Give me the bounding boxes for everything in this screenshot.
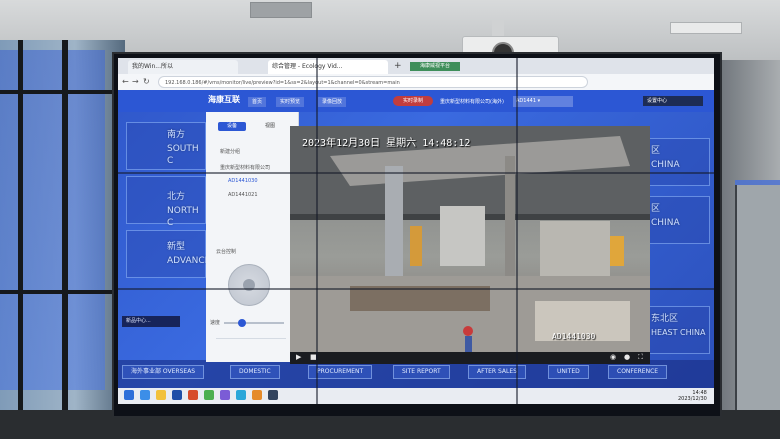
divider bbox=[216, 338, 286, 339]
live-camera-feed[interactable]: 2023年12月30日 星期六 14:48:12 AD1441030 bbox=[290, 126, 650, 364]
app-header: 海康互联 首页 实时预览 录像回放 实时录制 重庆新型材料有限公司(海外) AD… bbox=[118, 90, 714, 112]
region-label: 区 bbox=[651, 204, 661, 214]
tab-devices[interactable]: 设备 bbox=[218, 122, 246, 131]
region-label-en: ADVANCE bbox=[167, 256, 211, 266]
factory-scene bbox=[290, 126, 650, 364]
record-icon[interactable]: ● bbox=[624, 353, 630, 361]
panel-tabs: 设备 视图 bbox=[210, 120, 294, 132]
app-tab-live[interactable]: 实时预览 bbox=[276, 97, 305, 107]
region-label: 东北区 bbox=[651, 314, 679, 324]
tree-item-camera[interactable]: AD1441021 bbox=[228, 192, 258, 198]
region-label: HEAST CHINA bbox=[651, 328, 706, 337]
panel-seam bbox=[316, 58, 318, 404]
browser-tab-active[interactable]: 综合管理 - Ecology Vid... bbox=[268, 60, 388, 74]
app-icon[interactable] bbox=[188, 390, 198, 400]
bottom-tab-conference[interactable]: CONFERENCE bbox=[608, 365, 668, 379]
window-frame bbox=[0, 90, 112, 94]
panel-seam bbox=[118, 172, 714, 174]
dashboard-chip[interactable]: 新品中心... bbox=[122, 316, 180, 327]
address-bar[interactable]: 192.168.0.186/#/vms/monitor/live/preview… bbox=[158, 76, 588, 88]
region-card-right-1[interactable]: 区 CHINA bbox=[646, 138, 710, 186]
windows-taskbar: 14:48 2023/12/30 bbox=[118, 388, 714, 404]
edge-icon[interactable] bbox=[140, 390, 150, 400]
video-wall-screen: 我的Win...所以 综合管理 - Ecology Vid... + 海康威视平… bbox=[118, 58, 714, 404]
speed-slider-knob[interactable] bbox=[238, 319, 246, 327]
region-label-cn: 新型 bbox=[167, 242, 186, 252]
ptz-direction-pad[interactable] bbox=[228, 264, 270, 306]
reload-icon[interactable]: ↻ bbox=[143, 77, 150, 86]
camera-id-overlay: AD1441030 bbox=[552, 332, 596, 341]
region-label: CHINA bbox=[651, 218, 680, 228]
bottom-tab-site-report[interactable]: SITE REPORT bbox=[393, 365, 450, 379]
app-tab-playback[interactable]: 录像回放 bbox=[318, 97, 347, 107]
new-tab-button[interactable]: + bbox=[394, 61, 402, 71]
video-timestamp-overlay: 2023年12月30日 星期六 14:48:12 bbox=[302, 138, 471, 149]
region-label-en: SOUTH C bbox=[167, 144, 199, 166]
bottom-tab-united[interactable]: UNITED bbox=[548, 365, 589, 379]
region-card-northeast[interactable]: 东北区 HEAST CHINA bbox=[646, 306, 710, 354]
video-control-bar: ▶ ■ ◉ ● ⛶ bbox=[290, 352, 650, 364]
right-door bbox=[735, 185, 780, 439]
folder-icon[interactable] bbox=[156, 390, 166, 400]
browser-toolbar: ← → ↻ 192.168.0.186/#/vms/monitor/live/p… bbox=[118, 74, 714, 90]
platform-badge: 海康威视平台 bbox=[410, 62, 460, 71]
vlc-icon[interactable] bbox=[252, 390, 262, 400]
app-icon[interactable] bbox=[220, 390, 230, 400]
region-label-cn: 南方 bbox=[167, 130, 186, 140]
tree-item[interactable]: 新建分组 bbox=[220, 148, 240, 155]
org-select[interactable]: 重庆新型材料有限公司(海外) bbox=[440, 97, 520, 107]
region-card-north[interactable]: 北方 NORTH C bbox=[126, 176, 206, 228]
app-tab-home[interactable]: 首页 bbox=[248, 97, 267, 107]
window-frame bbox=[0, 290, 112, 294]
snapshot-icon[interactable]: ◉ bbox=[610, 353, 616, 361]
region-card-south[interactable]: 南方 SOUTH C bbox=[126, 122, 206, 170]
ptz-label: 云台控制 bbox=[216, 249, 237, 255]
device-control-panel: 设备 视图 新建分组 重庆新型材料有限公司 AD1441030 AD144102… bbox=[206, 112, 299, 362]
region-label-en: NORTH C bbox=[167, 206, 199, 228]
play-icon[interactable]: ▶ bbox=[296, 353, 301, 361]
app-icon[interactable] bbox=[172, 390, 182, 400]
panel-seam bbox=[118, 288, 714, 290]
app-icon[interactable] bbox=[236, 390, 246, 400]
browser-tab-strip: 我的Win...所以 综合管理 - Ecology Vid... + 海康威视平… bbox=[118, 58, 714, 74]
window-frame bbox=[18, 40, 23, 439]
camera-select[interactable]: AD1441 ▾ bbox=[513, 96, 573, 107]
taskbar-clock[interactable]: 14:48 2023/12/30 bbox=[678, 390, 707, 402]
recording-status-badge: 实时录制 bbox=[393, 96, 433, 106]
fullscreen-icon[interactable]: ⛶ bbox=[638, 353, 643, 362]
speed-slider[interactable] bbox=[224, 319, 284, 327]
region-card-advanced[interactable]: 新型 ADVANCE bbox=[126, 230, 210, 278]
ceiling-light bbox=[670, 22, 742, 34]
region-label: CHINA bbox=[651, 160, 680, 170]
reflected-left-screen bbox=[0, 50, 105, 390]
browser-tab[interactable]: 我的Win...所以 bbox=[128, 60, 238, 74]
tree-item-camera[interactable]: AD1441030 bbox=[228, 178, 258, 184]
app-logo: 海康互联 bbox=[208, 95, 240, 104]
ceiling-vent bbox=[250, 2, 312, 18]
clock-date: 2023/12/30 bbox=[678, 396, 707, 402]
settings-center-button[interactable]: 设置中心 bbox=[643, 96, 703, 106]
forward-icon[interactable]: → bbox=[132, 77, 139, 86]
region-label-cn: 北方 bbox=[167, 192, 186, 202]
region-label: 区 bbox=[651, 146, 661, 156]
tab-views[interactable]: 视图 bbox=[256, 122, 284, 131]
tree-item[interactable]: 重庆新型材料有限公司 bbox=[220, 164, 270, 171]
app-icon[interactable] bbox=[268, 390, 278, 400]
region-card-right-2[interactable]: 区 CHINA bbox=[646, 196, 710, 244]
back-icon[interactable]: ← bbox=[122, 77, 129, 86]
chrome-icon[interactable] bbox=[204, 390, 214, 400]
start-icon[interactable] bbox=[124, 390, 134, 400]
panel-seam bbox=[516, 58, 518, 404]
bottom-tab-overseas[interactable]: 海外事业部 OVERSEAS bbox=[122, 365, 205, 379]
window-frame bbox=[62, 40, 68, 439]
zoom-label: 速度 bbox=[210, 320, 221, 326]
bottom-tab-domestic[interactable]: DOMESTIC bbox=[230, 365, 280, 379]
